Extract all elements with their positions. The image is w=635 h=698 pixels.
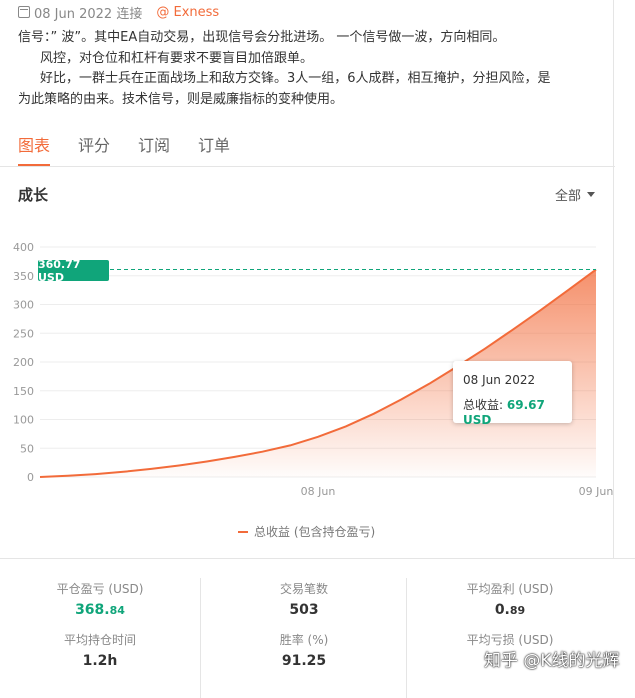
chart-legend[interactable]: 总收益 (包含持仓盈亏): [238, 523, 375, 540]
stat-value-main: 503: [289, 602, 319, 618]
stats-divider: [0, 558, 635, 559]
stat-win-rate: 胜率 (%) 91.25: [204, 631, 404, 669]
description-line: 好比，一群士兵在正面战场上和敌方交锋。3人一组，6人成群，相互掩护，分担风险，是: [40, 71, 551, 86]
tabs-divider: [0, 166, 615, 167]
y-tick-label: 100: [13, 414, 34, 427]
stat-label: 平均盈利 (USD): [466, 582, 554, 596]
stat-value-decimals: 89: [509, 604, 526, 617]
y-tick-label: 400: [13, 241, 34, 254]
stat-value: 503: [204, 602, 404, 618]
range-select[interactable]: 全部: [555, 185, 595, 204]
y-tick-label: 350: [13, 270, 34, 283]
tab-bar: 图表 评分 订阅 订单: [18, 132, 230, 166]
stats-panel: 平仓盈亏 (USD) 368.84 交易笔数 503 平均盈利 (USD) 0.…: [0, 570, 613, 698]
stat-value: 1.2h: [0, 653, 200, 669]
legend-label: 总收益 (包含持仓盈亏): [254, 525, 376, 539]
watermark: 知乎 @K线的光辉: [484, 651, 620, 671]
stat-avg-profit: 平均盈利 (USD) 0.89: [410, 580, 610, 618]
description-line: 信号：” 波”。其中EA自动交易，出现信号会分批进场。 一个信号做一波，方向相同…: [18, 30, 506, 45]
stat-value: 91.25: [204, 653, 404, 669]
y-tick-label: 300: [13, 299, 34, 312]
description-line: 风控，对仓位和杠杆有要求不要盲目加倍跟单。: [40, 50, 314, 66]
tooltip-label: 总收益:: [463, 398, 504, 412]
stat-trades: 交易笔数 503: [204, 580, 404, 618]
stat-value-main: 0.: [494, 602, 510, 618]
range-select-label: 全部: [554, 189, 581, 204]
y-tick-label: 250: [13, 327, 34, 340]
current-value-tag: 360.77 USD: [38, 258, 109, 284]
calendar-icon: [18, 6, 30, 18]
stat-label: 交易笔数: [279, 582, 328, 596]
description-line: 为此策略的由来。技术信号，则是威廉指标的变种使用。: [18, 91, 344, 107]
tab-rating[interactable]: 评分: [78, 132, 110, 166]
legend-swatch: [238, 530, 248, 533]
stat-label: 平均持仓时间: [63, 633, 136, 647]
y-tick-label: 50: [20, 442, 34, 455]
stat-value-main: 368.: [75, 602, 110, 618]
signal-description: 信号：” 波”。其中EA自动交易，出现信号会分批进场。 一个信号做一波，方向相同…: [18, 28, 618, 110]
stat-value-main: 1.2h: [82, 653, 118, 669]
panel-border: [613, 0, 614, 558]
connect-date: 08 Jun 2022 连接: [34, 6, 143, 22]
stat-label: 平仓盈亏 (USD): [56, 582, 144, 596]
tooltip-date: 08 Jun 2022: [463, 373, 536, 387]
tab-subscribe[interactable]: 订阅: [138, 132, 170, 166]
stat-value: 0.89: [410, 602, 610, 618]
chart-tooltip: 08 Jun 2022 总收益: 69.67 USD: [453, 361, 572, 427]
stat-avg-hold-time: 平均持仓时间 1.2h: [0, 631, 200, 669]
stat-label: 胜率 (%): [279, 633, 329, 647]
stat-value-main: 91.25: [281, 653, 327, 669]
tab-orders[interactable]: 订单: [198, 132, 230, 166]
stat-closed-pnl: 平仓盈亏 (USD) 368.84: [0, 580, 200, 618]
stat-value-decimals: 84: [109, 604, 125, 617]
y-tick-label: 200: [13, 356, 34, 369]
broker-link[interactable]: @ Exness: [156, 5, 219, 20]
y-tick-label: 0: [27, 471, 34, 484]
x-tick-label: 08 Jun: [301, 485, 336, 498]
caret-down-icon: [587, 192, 595, 197]
tooltip-row: 总收益: 69.67 USD: [463, 396, 562, 427]
x-tick-label: 09 Jun: [579, 485, 613, 498]
tab-chart[interactable]: 图表: [18, 132, 51, 166]
growth-title: 成长: [18, 186, 49, 204]
y-tick-label: 150: [13, 385, 34, 398]
signal-meta: 08 Jun 2022 连接 @ Exness: [18, 3, 219, 22]
stat-value: 368.84: [0, 602, 200, 618]
